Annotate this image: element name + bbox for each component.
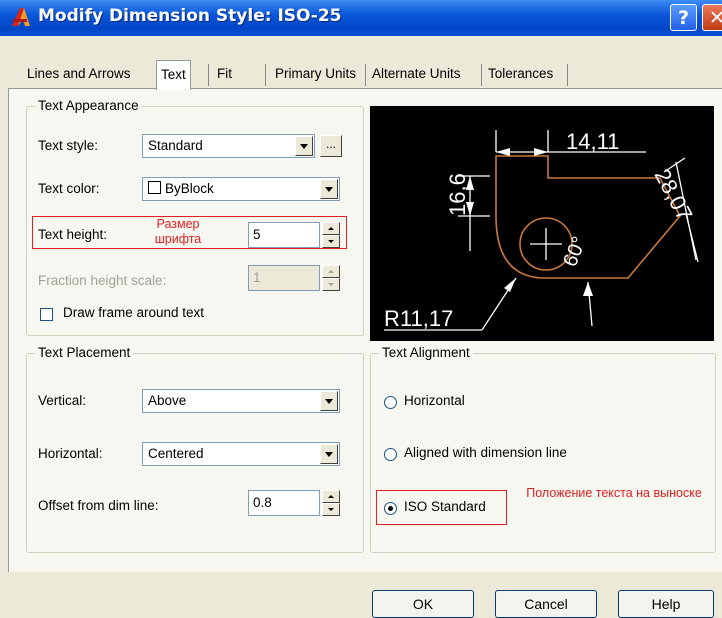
spin-down-icon[interactable] <box>322 235 340 248</box>
tab-separator <box>567 64 568 86</box>
fraction-height-arrows <box>322 265 340 291</box>
title-bar[interactable]: Modify Dimension Style: ISO-25 ? ✕ <box>0 0 722 36</box>
preview-dim-left: 16,6 <box>445 173 470 216</box>
radio-horizontal-label[interactable]: Horizontal <box>404 393 465 408</box>
alignment-annotation: Положение текста на выноске <box>526 486 702 500</box>
text-height-spinner[interactable]: 5 <box>248 222 340 248</box>
text-style-label: Text style: <box>38 138 99 153</box>
preview-dimension-lines <box>384 130 699 331</box>
dimension-preview: 14,11 16,6 28,07 60° R11,17 <box>370 106 714 341</box>
tab-text[interactable]: Text <box>156 60 191 90</box>
radio-aligned[interactable] <box>384 448 397 461</box>
spin-down-icon[interactable] <box>322 503 340 516</box>
draw-frame-checkbox[interactable] <box>40 308 53 321</box>
spin-up-icon <box>322 265 340 278</box>
color-swatch-icon <box>148 181 161 194</box>
cancel-button[interactable]: Cancel <box>495 590 597 618</box>
text-color-label: Text color: <box>38 181 100 196</box>
preview-radius: R11,17 <box>384 306 453 331</box>
button-bar <box>0 572 722 618</box>
radio-iso-standard[interactable] <box>384 502 397 515</box>
text-color-select[interactable]: ByBlock <box>142 177 340 201</box>
chevron-down-icon[interactable] <box>320 391 338 411</box>
fraction-height-label: Fraction height scale: <box>38 273 167 288</box>
radio-iso-standard-label[interactable]: ISO Standard <box>404 499 486 514</box>
fraction-height-spinner: 1 <box>248 265 340 291</box>
horizontal-select[interactable]: Centered <box>142 442 340 466</box>
text-style-value: Standard <box>148 138 203 153</box>
radio-aligned-label[interactable]: Aligned with dimension line <box>404 445 567 460</box>
vertical-label: Vertical: <box>38 393 87 408</box>
text-placement-title: Text Placement <box>35 345 134 360</box>
title-close-button[interactable]: ✕ <box>702 4 722 31</box>
preview-dim-top: 14,11 <box>566 129 619 154</box>
ok-button[interactable]: OK <box>372 590 474 618</box>
horizontal-label: Horizontal: <box>38 446 103 461</box>
window-title: Modify Dimension Style: ISO-25 <box>38 6 342 26</box>
horizontal-value: Centered <box>148 446 204 461</box>
offset-arrows[interactable] <box>322 490 340 516</box>
tab-separator <box>365 64 366 86</box>
text-style-select[interactable]: Standard <box>142 134 315 158</box>
text-height-arrows[interactable] <box>322 222 340 248</box>
text-appearance-title: Text Appearance <box>35 98 142 113</box>
tab-primary-units[interactable]: Primary Units <box>275 62 356 88</box>
fraction-height-value: 1 <box>253 270 261 285</box>
spin-up-icon[interactable] <box>322 222 340 235</box>
tab-fit[interactable]: Fit <box>217 62 232 88</box>
tab-separator <box>481 64 482 86</box>
offset-input[interactable]: 0.8 <box>248 490 320 516</box>
text-height-annotation: Размер шрифта <box>154 217 202 246</box>
text-height-value: 5 <box>253 227 261 242</box>
modify-dimension-style-dialog: Modify Dimension Style: ISO-25 ? ✕ Lines… <box>0 0 722 618</box>
radio-horizontal[interactable] <box>384 396 397 409</box>
vertical-value: Above <box>148 393 187 408</box>
chevron-down-icon[interactable] <box>320 444 338 464</box>
spin-up-icon[interactable] <box>322 490 340 503</box>
tab-tolerances[interactable]: Tolerances <box>488 62 553 88</box>
preview-dim-right: 28,07 <box>650 165 698 225</box>
autocad-app-icon <box>12 8 30 26</box>
text-style-browse-button[interactable]: ... <box>320 135 342 157</box>
text-color-value: ByBlock <box>165 181 214 196</box>
offset-value: 0.8 <box>253 495 272 510</box>
fraction-height-input: 1 <box>248 265 320 291</box>
text-color-value-wrap: ByBlock <box>148 181 214 196</box>
chevron-down-icon[interactable] <box>320 179 338 199</box>
title-help-button[interactable]: ? <box>670 4 697 31</box>
offset-label: Offset from dim line: <box>38 498 159 513</box>
chevron-down-icon[interactable] <box>295 136 313 156</box>
tab-separator <box>265 64 266 86</box>
text-alignment-title: Text Alignment <box>379 345 473 360</box>
preview-arrowheads <box>466 148 593 296</box>
text-height-label: Text height: <box>38 227 108 242</box>
spin-down-icon <box>322 278 340 291</box>
draw-frame-label[interactable]: Draw frame around text <box>63 305 204 320</box>
vertical-select[interactable]: Above <box>142 389 340 413</box>
tab-alternate-units[interactable]: Alternate Units <box>372 62 461 88</box>
text-height-input[interactable]: 5 <box>248 222 320 248</box>
tab-lines-and-arrows[interactable]: Lines and Arrows <box>27 62 131 88</box>
help-button[interactable]: Help <box>618 590 714 618</box>
preview-angle: 60° <box>559 234 591 270</box>
offset-spinner[interactable]: 0.8 <box>248 490 340 516</box>
tab-separator <box>208 64 209 86</box>
